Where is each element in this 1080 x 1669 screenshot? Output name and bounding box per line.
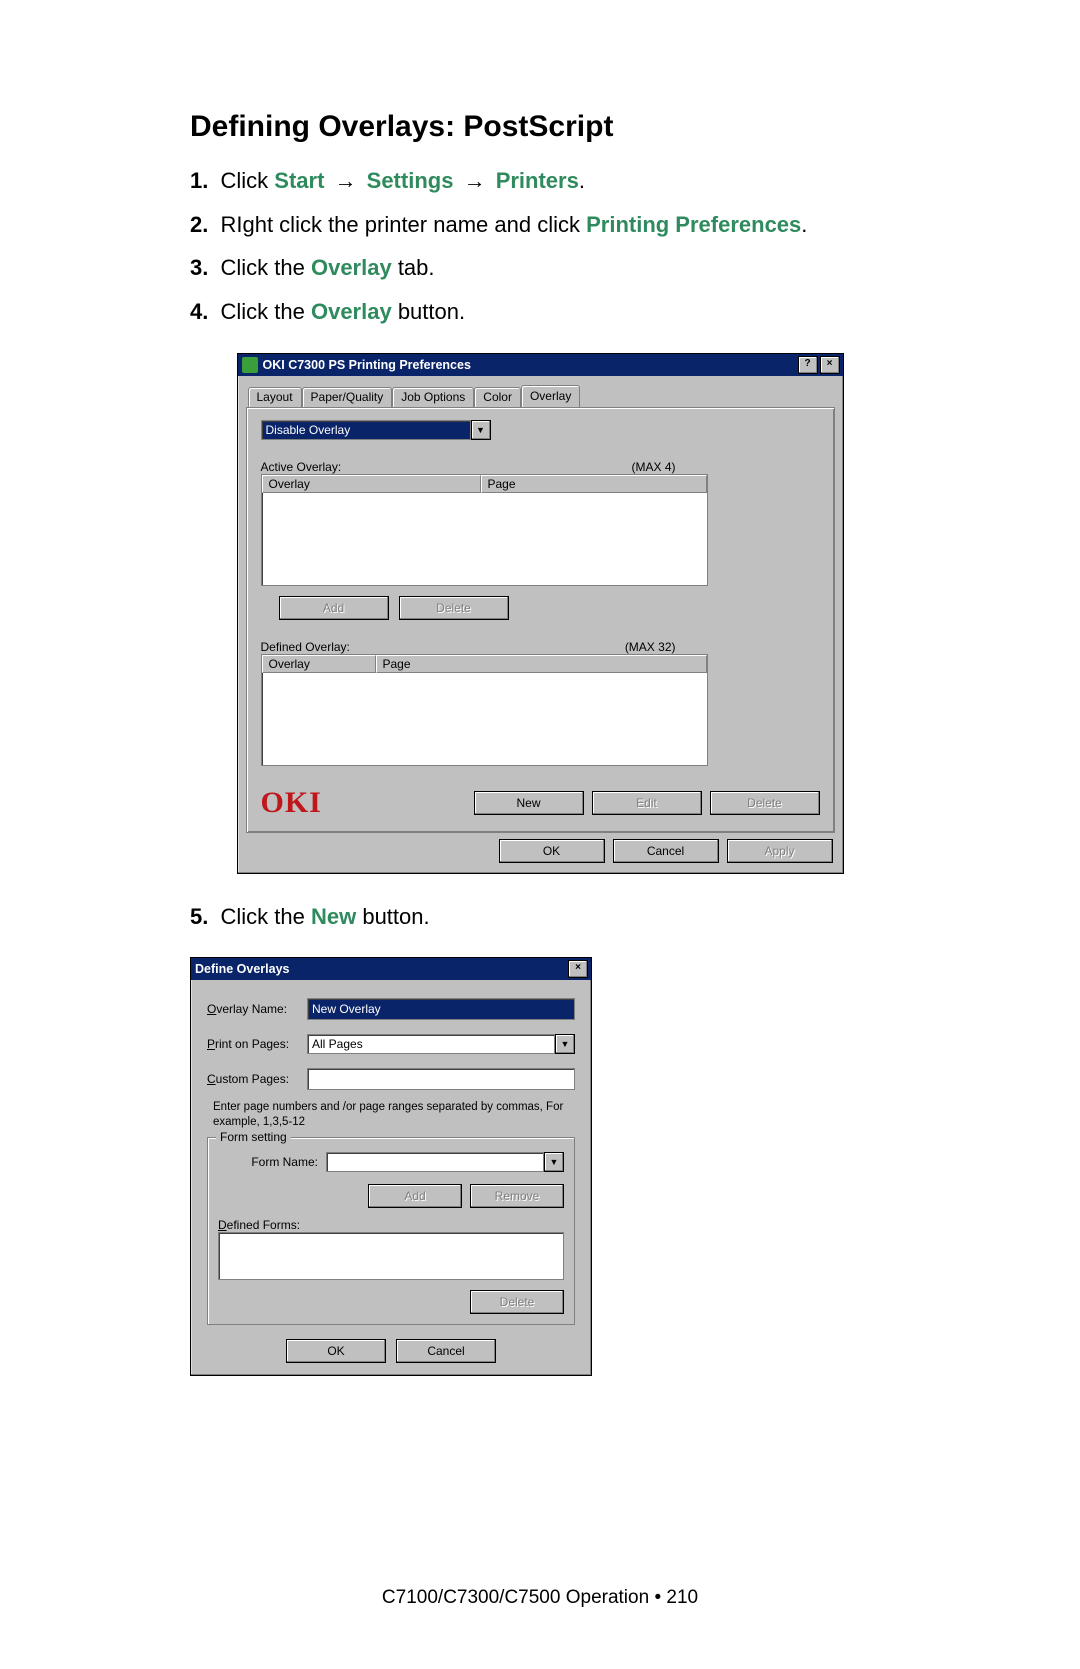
overlay-name-input[interactable]: New Overlay [307, 998, 575, 1020]
titlebar: Define Overlays × [191, 958, 591, 980]
step-num: 4. [190, 299, 208, 324]
ok-button[interactable]: OK [499, 839, 605, 863]
col-overlay[interactable]: Overlay [262, 655, 376, 673]
close-button[interactable]: × [820, 356, 840, 374]
ui-ref: Overlay [311, 299, 392, 324]
defined-forms-label: Defined Forms: [218, 1218, 564, 1232]
defined-overlay-list[interactable]: Overlay Page [261, 654, 708, 766]
steps-list: 1. Click Start → Settings → Printers. 2.… [190, 166, 890, 327]
chevron-down-icon[interactable]: ▼ [544, 1152, 564, 1172]
page-footer: C7100/C7300/C7500 Operation • 210 [0, 1587, 1080, 1609]
custom-pages-input[interactable] [307, 1068, 575, 1090]
help-button[interactable]: ? [798, 356, 818, 374]
step-num: 3. [190, 255, 208, 280]
form-name-dropdown[interactable]: ▼ [326, 1152, 564, 1172]
tab-job-options[interactable]: Job Options [392, 387, 474, 407]
tab-layout[interactable]: Layout [248, 387, 302, 407]
group-legend: Form setting [216, 1130, 291, 1144]
overlay-mode-dropdown[interactable]: Disable Overlay ▼ [261, 420, 491, 440]
overlay-name-label: Overlay Name: [207, 1002, 299, 1016]
remove-form-button[interactable]: Remove [470, 1184, 564, 1208]
define-overlays-dialog: Define Overlays × Overlay Name: New Over… [190, 957, 592, 1376]
dialog-title: OKI C7300 PS Printing Preferences [263, 358, 471, 372]
tab-strip: Layout Paper/Quality Job Options Color O… [248, 384, 835, 407]
ui-ref: Printers [496, 168, 579, 193]
delete-form-button[interactable]: Delete [470, 1290, 564, 1314]
step-text: Click the [220, 299, 310, 324]
custom-pages-label: Custom Pages: [207, 1072, 299, 1086]
ui-ref: Settings [367, 168, 454, 193]
chevron-down-icon[interactable]: ▼ [555, 1034, 575, 1054]
edit-button[interactable]: Edit [592, 791, 702, 815]
cancel-button[interactable]: Cancel [396, 1339, 496, 1363]
ui-ref: Printing Preferences [586, 212, 801, 237]
step-text: . [579, 168, 585, 193]
overlay-mode-value: Disable Overlay [261, 420, 471, 440]
tab-overlay[interactable]: Overlay [521, 385, 580, 408]
step-text: Click the [220, 255, 310, 280]
step-num: 2. [190, 212, 208, 237]
defined-overlay-label: Defined Overlay: [261, 640, 350, 654]
oki-logo: OKI [261, 786, 322, 820]
cancel-button[interactable]: Cancel [613, 839, 719, 863]
add-button[interactable]: Add [279, 596, 389, 620]
tab-color[interactable]: Color [474, 387, 521, 407]
active-overlay-max: (MAX 4) [631, 460, 675, 474]
active-overlay-label: Active Overlay: [261, 460, 342, 474]
defined-forms-list[interactable] [218, 1232, 564, 1280]
step-text: Click the [220, 904, 310, 929]
step-text: tab. [392, 255, 435, 280]
step-text: Click [220, 168, 274, 193]
ui-ref: Start [274, 168, 324, 193]
col-page[interactable]: Page [481, 475, 707, 493]
ui-ref: New [311, 904, 356, 929]
dialog-title: Define Overlays [195, 962, 290, 976]
apply-button[interactable]: Apply [727, 839, 833, 863]
ui-ref: Overlay [311, 255, 392, 280]
form-setting-group: Form setting Form Name: ▼ Add Remove Def… [207, 1137, 575, 1325]
titlebar: OKI C7300 PS Printing Preferences ? × [238, 354, 843, 376]
steps-list: 5. Click the New button. [190, 902, 890, 932]
col-page[interactable]: Page [376, 655, 707, 673]
printer-icon [242, 357, 258, 373]
printing-preferences-dialog: OKI C7300 PS Printing Preferences ? × La… [237, 353, 844, 874]
add-form-button[interactable]: Add [368, 1184, 462, 1208]
print-on-pages-value: All Pages [307, 1034, 555, 1054]
delete-button[interactable]: Delete [710, 791, 820, 815]
custom-pages-hint: Enter page numbers and /or page ranges s… [213, 1100, 575, 1129]
chevron-down-icon[interactable]: ▼ [471, 420, 491, 440]
print-on-pages-dropdown[interactable]: All Pages ▼ [307, 1034, 575, 1054]
step-num: 1. [190, 168, 208, 193]
active-overlay-list[interactable]: Overlay Page [261, 474, 708, 586]
defined-overlay-max: (MAX 32) [625, 640, 676, 654]
step-text: button. [356, 904, 429, 929]
close-button[interactable]: × [568, 960, 588, 978]
col-overlay[interactable]: Overlay [262, 475, 481, 493]
delete-button[interactable]: Delete [399, 596, 509, 620]
page-title: Defining Overlays: PostScript [190, 110, 890, 144]
ok-button[interactable]: OK [286, 1339, 386, 1363]
step-text: . [801, 212, 807, 237]
print-on-pages-label: Print on Pages: [207, 1037, 299, 1051]
arrow-icon: → [464, 168, 486, 193]
form-name-label: Form Name: [218, 1155, 318, 1169]
new-button[interactable]: New [474, 791, 584, 815]
form-name-value [326, 1152, 544, 1172]
arrow-icon: → [335, 168, 357, 193]
step-text: button. [392, 299, 465, 324]
tab-paper-quality[interactable]: Paper/Quality [302, 387, 393, 407]
step-num: 5. [190, 904, 208, 929]
step-text: RIght click the printer name and click [220, 212, 586, 237]
